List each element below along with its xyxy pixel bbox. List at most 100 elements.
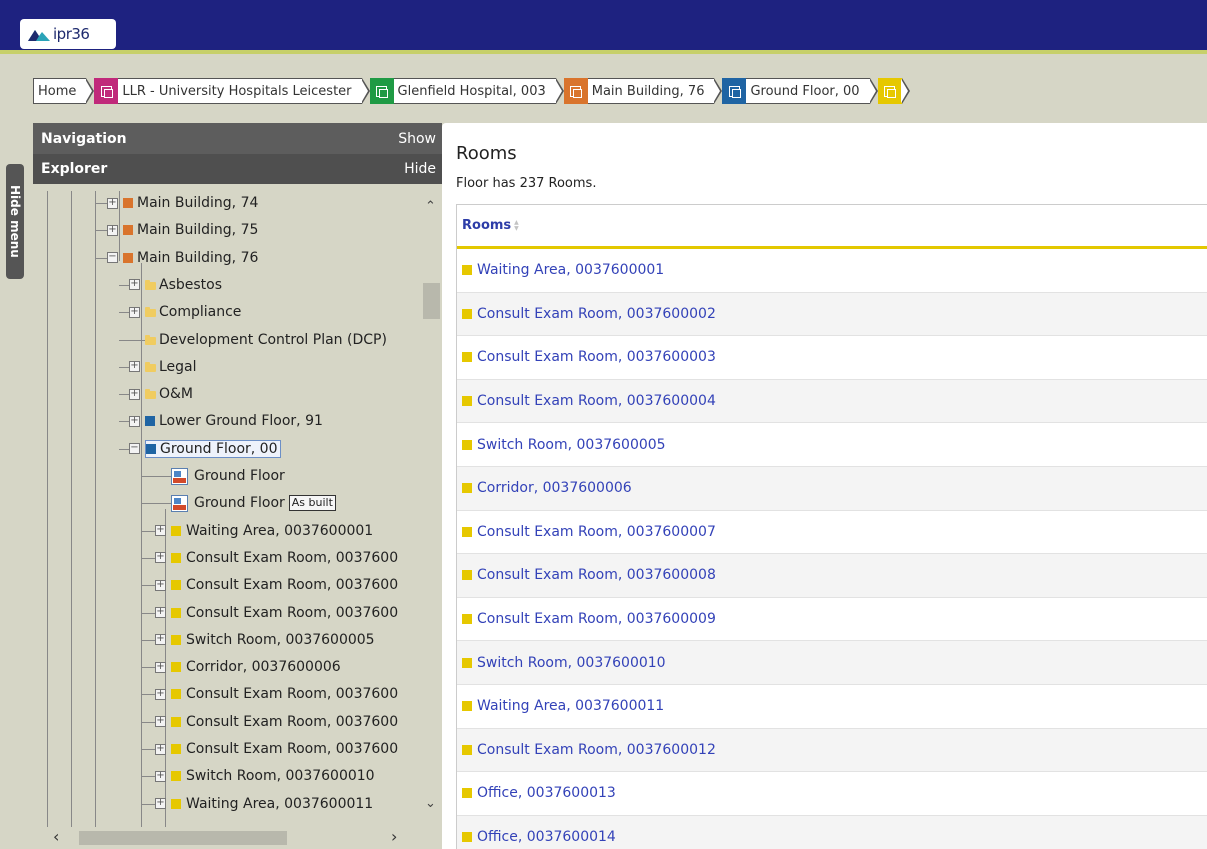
tree-node-content[interactable]: Switch Room, 0037600010: [171, 768, 375, 784]
table-row[interactable]: Office, 0037600014: [457, 815, 1207, 849]
tree-node[interactable]: + Lower Ground Floor, 91: [129, 408, 323, 434]
breadcrumb-item[interactable]: LLR - University Hospitals Leicester: [94, 78, 370, 104]
tree-vertical-scrollbar[interactable]: ⌃ ⌄: [421, 191, 442, 826]
rooms-column-header[interactable]: Rooms ▲ ▼: [457, 204, 1207, 249]
table-row[interactable]: Consult Exam Room, 0037600012: [457, 728, 1207, 773]
tree-node[interactable]: + Consult Exam Room, 0037600: [155, 600, 398, 626]
tree-node-content[interactable]: Waiting Area, 0037600011: [171, 796, 373, 812]
sort-icon[interactable]: ▲ ▼: [514, 219, 519, 232]
tree-node[interactable]: + Consult Exam Room, 0037600: [155, 572, 398, 598]
room-link[interactable]: Consult Exam Room, 0037600012: [477, 742, 716, 758]
expand-icon[interactable]: +: [155, 716, 166, 728]
room-link[interactable]: Office, 0037600014: [477, 829, 616, 845]
navigation-header[interactable]: Navigation Show: [33, 123, 442, 154]
tree-node[interactable]: + Consult Exam Room, 0037600: [155, 736, 398, 762]
expand-icon[interactable]: +: [155, 552, 166, 564]
collapse-icon[interactable]: −: [129, 443, 140, 455]
room-link[interactable]: Waiting Area, 0037600011: [477, 698, 664, 714]
expand-icon[interactable]: +: [155, 607, 166, 618]
room-link[interactable]: Consult Exam Room, 0037600003: [477, 349, 716, 365]
tree-node-content[interactable]: Compliance: [145, 304, 241, 320]
room-link[interactable]: Consult Exam Room, 0037600004: [477, 393, 716, 409]
scroll-right-icon[interactable]: ›: [391, 827, 397, 846]
tree-node-content[interactable]: O&M: [145, 386, 193, 402]
tree-node-content[interactable]: Consult Exam Room, 0037600: [171, 550, 398, 566]
scroll-up-icon[interactable]: ⌃: [425, 199, 436, 214]
app-logo[interactable]: ipr36: [20, 19, 116, 49]
tree-node[interactable]: + Switch Room, 0037600005: [155, 627, 375, 653]
tree-node-content[interactable]: Ground Floor As built: [171, 494, 336, 512]
tree-node-content[interactable]: Consult Exam Room, 0037600: [171, 741, 398, 757]
expand-icon[interactable]: +: [155, 798, 166, 810]
table-row[interactable]: Office, 0037600013: [457, 772, 1207, 816]
tree-node-content[interactable]: Consult Exam Room, 0037600: [171, 686, 398, 702]
table-row[interactable]: Waiting Area, 0037600001: [457, 249, 1207, 293]
tree-node[interactable]: − Main Building, 76: [107, 245, 258, 271]
tree-node-content[interactable]: Ground Floor, 00: [145, 439, 281, 458]
collapse-icon[interactable]: −: [107, 252, 118, 264]
breadcrumb-item[interactable]: Glenfield Hospital, 003: [369, 78, 564, 104]
tree-horizontal-scrollbar[interactable]: ‹ ›: [33, 827, 421, 849]
tree-node-content[interactable]: Corridor, 0037600006: [171, 659, 341, 675]
expand-icon[interactable]: +: [155, 525, 166, 537]
tree-node-content[interactable]: Consult Exam Room, 0037600: [171, 577, 398, 593]
tree-node-content[interactable]: Main Building, 75: [123, 222, 258, 238]
table-row[interactable]: Waiting Area, 0037600011: [457, 685, 1207, 729]
tree-node[interactable]: + Switch Room, 0037600010: [155, 763, 375, 789]
tree-node[interactable]: − Ground Floor, 00: [129, 436, 281, 462]
room-link[interactable]: Corridor, 0037600006: [477, 480, 632, 496]
tree-node[interactable]: + Consult Exam Room, 0037600: [155, 545, 398, 571]
horizontal-scroll-thumb[interactable]: [79, 831, 287, 845]
tree-node[interactable]: + Waiting Area, 0037600001: [155, 518, 373, 544]
tree-node[interactable]: + Compliance: [129, 299, 241, 325]
tree-node[interactable]: + Asbestos: [129, 272, 222, 298]
tree-node-content[interactable]: Main Building, 74: [123, 195, 258, 211]
tree-node[interactable]: + O&M: [129, 381, 193, 407]
tree-node-content[interactable]: Ground Floor: [171, 467, 285, 485]
vertical-scroll-thumb[interactable]: [423, 283, 440, 319]
tree-node[interactable]: + Legal: [129, 354, 197, 380]
tree-node[interactable]: + Main Building, 75: [107, 217, 258, 243]
tree-node-content[interactable]: Main Building, 76: [123, 250, 258, 266]
tree-node-content[interactable]: Consult Exam Room, 0037600: [171, 605, 398, 621]
expand-icon[interactable]: +: [129, 415, 140, 427]
tree-node[interactable]: + Consult Exam Room, 0037600: [155, 709, 398, 735]
tree-node[interactable]: + Corridor, 0037600006: [155, 654, 341, 680]
room-link[interactable]: Consult Exam Room, 0037600009: [477, 611, 716, 627]
expand-icon[interactable]: +: [107, 197, 118, 209]
expand-icon[interactable]: +: [155, 770, 166, 782]
breadcrumb-item[interactable]: Home: [33, 78, 95, 104]
room-link[interactable]: Consult Exam Room, 0037600008: [477, 567, 716, 583]
expand-icon[interactable]: +: [107, 224, 118, 236]
room-link[interactable]: Office, 0037600013: [477, 785, 616, 801]
table-row[interactable]: Consult Exam Room, 0037600007: [457, 511, 1207, 555]
room-link[interactable]: Consult Exam Room, 0037600007: [477, 524, 716, 540]
table-row[interactable]: Consult Exam Room, 0037600002: [457, 292, 1207, 337]
tree-node[interactable]: + Waiting Area, 0037600011: [155, 791, 373, 817]
table-row[interactable]: Consult Exam Room, 0037600003: [457, 336, 1207, 380]
tree-node-content[interactable]: Switch Room, 0037600005: [171, 632, 375, 648]
room-link[interactable]: Waiting Area, 0037600001: [477, 262, 664, 278]
tree-node-content[interactable]: Asbestos: [145, 277, 222, 293]
breadcrumb-item[interactable]: [877, 78, 910, 104]
room-link[interactable]: Consult Exam Room, 0037600002: [477, 306, 716, 322]
tree-node-content[interactable]: Development Control Plan (DCP): [145, 332, 387, 348]
tree-node-content[interactable]: Lower Ground Floor, 91: [145, 413, 323, 429]
tree-node[interactable]: Ground Floor: [155, 463, 285, 489]
expand-icon[interactable]: +: [155, 579, 166, 591]
expand-icon[interactable]: +: [155, 743, 166, 755]
scroll-left-icon[interactable]: ‹: [53, 827, 59, 846]
navigation-show-button[interactable]: Show: [398, 131, 436, 147]
expand-icon[interactable]: +: [155, 661, 166, 673]
expand-icon[interactable]: +: [129, 306, 140, 318]
table-row[interactable]: Switch Room, 0037600005: [457, 423, 1207, 467]
table-row[interactable]: Corridor, 0037600006: [457, 466, 1207, 511]
expand-icon[interactable]: +: [129, 361, 140, 373]
breadcrumb-item[interactable]: Main Building, 76: [563, 78, 723, 104]
explorer-header[interactable]: Explorer Hide: [33, 154, 442, 184]
tree-node[interactable]: + Consult Exam Room, 0037600: [155, 681, 398, 707]
tree-node-content[interactable]: Waiting Area, 0037600001: [171, 523, 373, 539]
table-row[interactable]: Consult Exam Room, 0037600009: [457, 598, 1207, 642]
expand-icon[interactable]: +: [129, 388, 140, 400]
hide-menu-tab[interactable]: Hide menu: [6, 164, 24, 279]
